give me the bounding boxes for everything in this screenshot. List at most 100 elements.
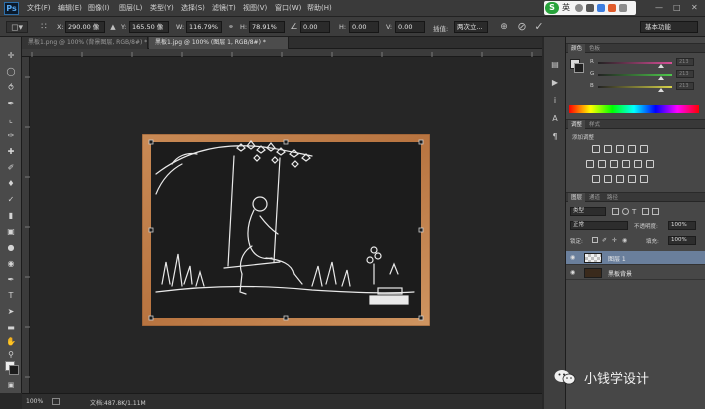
eyedropper-tool-icon[interactable]: ✑ <box>4 130 18 141</box>
interpolation-select[interactable]: 两次立... <box>454 21 488 33</box>
filter-adjust-icon[interactable] <box>622 208 629 215</box>
clone-stamp-tool-icon[interactable]: ♦ <box>4 178 18 189</box>
menu-edit[interactable]: 编辑(E) <box>58 3 82 13</box>
filter-pixel-icon[interactable] <box>612 208 619 215</box>
channel-g-thumb[interactable] <box>658 76 664 80</box>
toolbox-icon[interactable] <box>619 4 627 12</box>
background-color-swatch[interactable] <box>9 365 19 375</box>
layer-name[interactable]: 图层 1 <box>608 254 626 263</box>
menu-help[interactable]: 帮助(H) <box>307 3 332 13</box>
tab-adjustments[interactable]: 调整 <box>568 120 586 130</box>
color-balance-icon[interactable] <box>598 160 606 168</box>
menu-image[interactable]: 图像(I) <box>88 3 110 13</box>
shape-tool-icon[interactable]: ▬ <box>4 322 18 333</box>
commit-transform-icon[interactable]: ✓ <box>533 21 545 33</box>
tool-preset-picker[interactable]: ◻▾ <box>6 21 28 33</box>
ime-language[interactable]: 英 <box>562 2 570 13</box>
quick-select-tool-icon[interactable]: ✒ <box>4 98 18 109</box>
filter-smart-icon[interactable] <box>652 208 659 215</box>
layer-row[interactable]: ◉ 黑板背景 <box>566 266 705 280</box>
brightness-contrast-icon[interactable] <box>592 145 600 153</box>
link-icon[interactable]: ⚭ <box>225 21 237 33</box>
actions-panel-icon[interactable]: ▶ <box>549 77 561 88</box>
maximize-icon[interactable]: □ <box>673 3 681 12</box>
vibrance-icon[interactable] <box>640 145 648 153</box>
skin-icon[interactable] <box>608 4 616 12</box>
tab-document-2[interactable]: 黑板1.jpg @ 100% (图层 1, RGB/8#) * <box>149 37 289 49</box>
lock-position-icon[interactable]: ✛ <box>612 237 617 244</box>
move-tool-icon[interactable]: ✛ <box>4 50 18 61</box>
blur-tool-icon[interactable]: ● <box>4 242 18 253</box>
x-position-field[interactable]: 290.00 像 <box>65 21 105 33</box>
brush-tool-icon[interactable]: ✐ <box>4 162 18 173</box>
hand-tool-icon[interactable]: ✋ <box>4 336 18 347</box>
document-size[interactable]: 文档:487.8K/1.11M <box>90 398 146 407</box>
layer-row[interactable]: ◉ 图层 1 <box>566 251 705 265</box>
color-spectrum-bar[interactable] <box>569 105 699 113</box>
visibility-eye-icon[interactable]: ◉ <box>570 270 577 276</box>
keyboard-icon[interactable] <box>597 4 605 12</box>
y-position-field[interactable]: 165.50 像 <box>129 21 169 33</box>
menu-window[interactable]: 窗口(W) <box>275 3 301 13</box>
marquee-tool-icon[interactable]: ◯ <box>4 66 18 77</box>
channel-g-value[interactable]: 213 <box>676 70 694 78</box>
layer-filter-kind[interactable]: 类型 <box>570 207 606 216</box>
type-tool-icon[interactable]: T <box>4 290 18 301</box>
filter-type-icon[interactable]: T <box>632 208 636 216</box>
horizontal-skew-field[interactable]: 0.00 <box>349 21 379 33</box>
zoom-level[interactable]: 100% <box>26 398 43 405</box>
menu-view[interactable]: 视图(V) <box>243 3 267 13</box>
close-icon[interactable]: ✕ <box>691 3 698 12</box>
menu-file[interactable]: 文件(F) <box>27 3 51 13</box>
paragraph-panel-icon[interactable]: ¶ <box>549 131 561 142</box>
posterize-icon[interactable] <box>604 175 612 183</box>
color-background-preview[interactable] <box>574 63 584 73</box>
filter-shape-icon[interactable] <box>642 208 649 215</box>
warp-mode-icon[interactable]: ⊕ <box>498 21 510 33</box>
layer-name[interactable]: 黑板背景 <box>608 269 632 278</box>
tab-styles[interactable]: 样式 <box>586 120 603 130</box>
character-panel-icon[interactable]: A <box>549 113 561 124</box>
width-field[interactable]: 116.79% <box>186 21 222 33</box>
lock-transparency-icon[interactable] <box>592 237 598 243</box>
cancel-transform-icon[interactable]: ⊘ <box>516 21 528 33</box>
channel-r-thumb[interactable] <box>658 64 664 68</box>
invert-icon[interactable] <box>592 175 600 183</box>
dodge-tool-icon[interactable]: ◉ <box>4 258 18 269</box>
path-selection-tool-icon[interactable]: ➤ <box>4 306 18 317</box>
relative-position-icon[interactable]: ▲ <box>107 21 119 33</box>
reference-point-icon[interactable]: ∷ <box>36 21 52 33</box>
exposure-icon[interactable] <box>628 145 636 153</box>
tab-layers[interactable]: 图层 <box>568 193 586 203</box>
fill-field[interactable]: 100% <box>668 236 696 245</box>
document-canvas[interactable] <box>30 57 542 393</box>
gradient-tool-icon[interactable]: ▣ <box>4 226 18 237</box>
punctuation-icon[interactable] <box>586 4 594 12</box>
threshold-icon[interactable] <box>616 175 624 183</box>
gradient-map-icon[interactable] <box>628 175 636 183</box>
black-white-icon[interactable] <box>610 160 618 168</box>
hue-saturation-icon[interactable] <box>586 160 594 168</box>
menu-type[interactable]: 类型(Y) <box>150 3 174 13</box>
photo-filter-icon[interactable] <box>622 160 630 168</box>
tab-color[interactable]: 颜色 <box>568 44 586 54</box>
channel-mixer-icon[interactable] <box>634 160 642 168</box>
channel-r-value[interactable]: 213 <box>676 58 694 66</box>
channel-b-value[interactable]: 213 <box>676 82 694 90</box>
menu-select[interactable]: 选择(S) <box>181 3 205 13</box>
blend-mode-select[interactable]: 正常 <box>570 221 628 230</box>
lock-pixels-icon[interactable]: ✐ <box>602 237 607 244</box>
tab-channels[interactable]: 通道 <box>586 193 603 203</box>
ime-toolbar[interactable]: S 英 <box>544 1 636 15</box>
tab-document-1[interactable]: 黑板1.png @ 100% (背景图层, RGB/8#) * <box>22 37 148 49</box>
visibility-eye-icon[interactable]: ◉ <box>570 255 577 261</box>
moon-icon[interactable] <box>575 4 583 12</box>
angle-field[interactable]: 0.00 <box>300 21 330 33</box>
menu-layer[interactable]: 图层(L) <box>119 3 142 13</box>
tab-swatches[interactable]: 色板 <box>586 44 603 54</box>
lasso-tool-icon[interactable]: ⥀ <box>4 82 18 93</box>
workspace-switcher[interactable]: 基本功能 <box>640 21 698 33</box>
quick-mask-icon[interactable]: ▣ <box>4 380 18 391</box>
history-brush-tool-icon[interactable]: ✓ <box>4 194 18 205</box>
menu-filter[interactable]: 滤镜(T) <box>212 3 236 13</box>
